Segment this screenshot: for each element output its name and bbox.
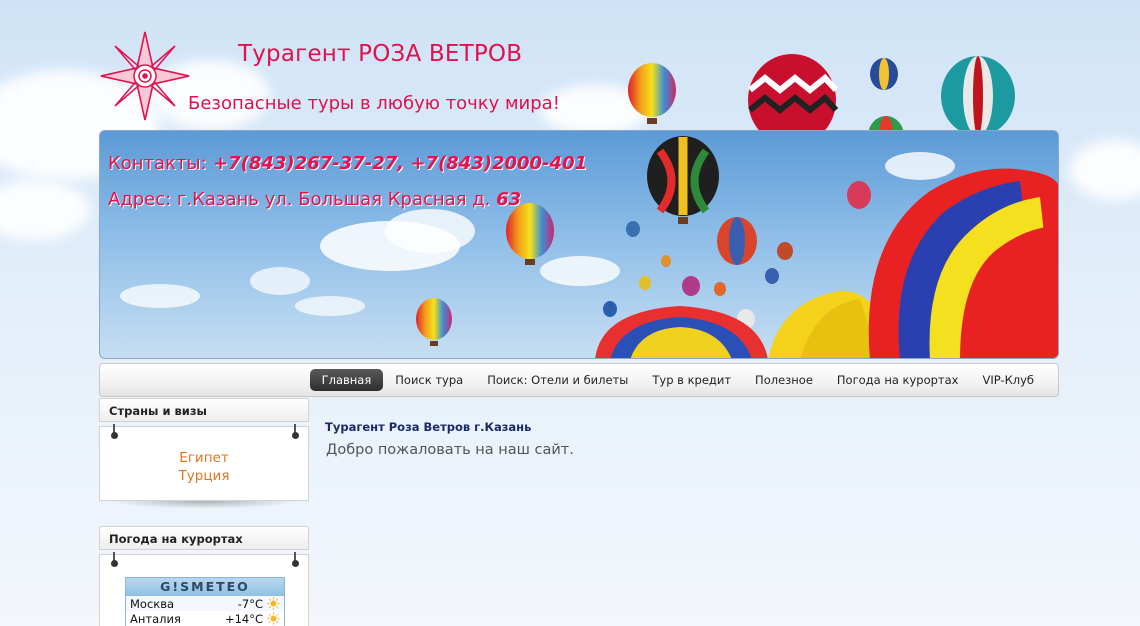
sidebar-countries-title: Страны и визы [99, 398, 309, 422]
sidebar-countries-block: Страны и визы Египет Турция [99, 398, 309, 509]
address-label: Адрес: г.Казань ул. Большая Красная д. [108, 189, 491, 210]
site-slogan: Безопасные туры в любую точку мира! [188, 93, 560, 114]
header-banner: Контакты: +7(843)267-37-27, +7(843)2000-… [99, 130, 1059, 359]
sun-icon [267, 597, 280, 610]
weather-widget[interactable]: G!SMETEO Москва -7°C Анталия +14°C [125, 577, 285, 626]
contacts-label: Контакты: [108, 153, 207, 174]
weather-row: Москва -7°C [126, 596, 284, 611]
nav-item-tour-credit[interactable]: Тур в кредит [640, 369, 743, 391]
nav-item-hotels-tickets[interactable]: Поиск: Отели и билеты [475, 369, 640, 391]
banner-contacts: Контакты: +7(843)267-37-27, +7(843)2000-… [108, 153, 587, 174]
pin-icon [111, 552, 118, 567]
pin-icon [292, 552, 299, 567]
content-title: Турагент Роза Ветров г.Казань [325, 420, 532, 434]
weather-rows: Москва -7°C Анталия +14°C [126, 596, 284, 626]
cloud-decoration [0, 180, 90, 240]
sidebar-weather-block: Погода на курортах G!SMETEO Москва -7°C … [99, 526, 309, 626]
weather-temp: -7°C [237, 596, 263, 611]
sidebar-weather-body: G!SMETEO Москва -7°C Анталия +14°C [99, 552, 309, 626]
sidebar-countries-body: Египет Турция [99, 424, 309, 501]
weather-row: Анталия +14°C [126, 611, 284, 626]
pin-icon [111, 424, 118, 439]
nav-item-useful[interactable]: Полезное [743, 369, 825, 391]
sun-icon [267, 612, 280, 625]
pin-icon [292, 424, 299, 439]
nav-item-vip-club[interactable]: VIP-Клуб [970, 369, 1046, 391]
weather-temp: +14°C [224, 611, 263, 626]
banner-address: Адрес: г.Казань ул. Большая Красная д. 6… [108, 189, 521, 210]
nav-item-home[interactable]: Главная [309, 369, 384, 391]
content-text: Добро пожаловать на наш сайт. [326, 442, 574, 458]
sidebar-weather-title: Погода на курортах [99, 526, 309, 550]
country-link-egypt[interactable]: Египет [100, 449, 308, 467]
main-navigation: Главная Поиск тура Поиск: Отели и билеты… [99, 363, 1059, 397]
weather-city: Анталия [130, 611, 181, 626]
country-list: Египет Турция [100, 427, 308, 485]
nav-item-tour-search[interactable]: Поиск тура [383, 369, 475, 391]
block-shadow [109, 501, 299, 509]
address-number: 63 [496, 189, 522, 210]
contacts-phones[interactable]: +7(843)267-37-27, +7(843)2000-401 [213, 153, 587, 174]
weather-brand-logo[interactable]: G!SMETEO [126, 578, 284, 596]
cloud-decoration [1070, 140, 1140, 200]
compass-rose-logo-icon[interactable] [99, 30, 191, 122]
nav-items: Главная Поиск тура Поиск: Отели и билеты… [309, 369, 1046, 391]
site-title: Турагент РОЗА ВЕТРОВ [238, 41, 523, 67]
weather-city: Москва [130, 596, 175, 611]
nav-item-resort-weather[interactable]: Погода на курортах [825, 369, 971, 391]
country-link-turkey[interactable]: Турция [100, 467, 308, 485]
